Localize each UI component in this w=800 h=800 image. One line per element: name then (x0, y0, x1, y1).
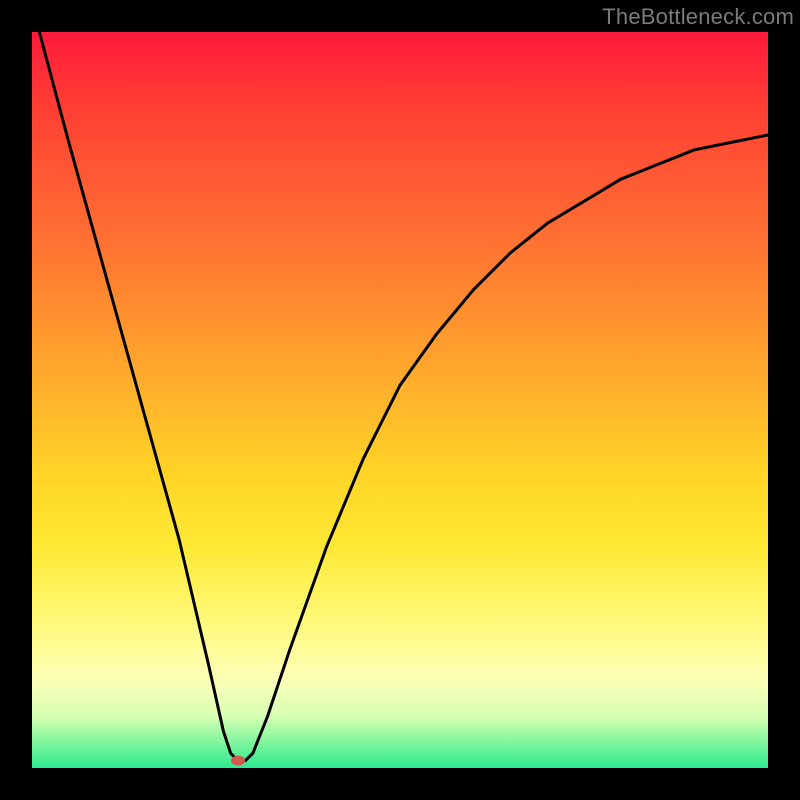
series-curve (39, 32, 768, 761)
plot-area (32, 32, 768, 768)
watermark-text: TheBottleneck.com (602, 4, 794, 30)
chart-frame: TheBottleneck.com (0, 0, 800, 800)
min-marker (231, 756, 245, 766)
chart-svg (32, 32, 768, 768)
